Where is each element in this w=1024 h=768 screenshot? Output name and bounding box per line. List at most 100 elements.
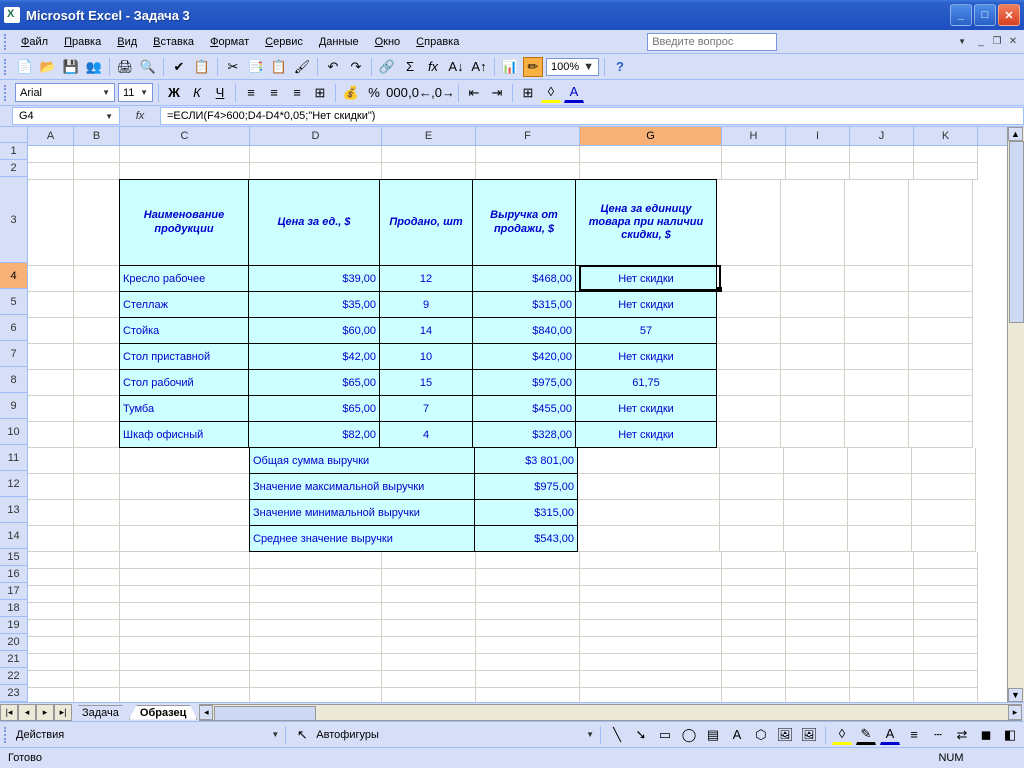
cell-B4[interactable]	[74, 266, 120, 292]
select-all-corner[interactable]	[0, 127, 28, 143]
cell-F2[interactable]	[476, 163, 580, 180]
cell-I22[interactable]	[786, 671, 850, 688]
cell-B11[interactable]	[74, 448, 120, 474]
cell-F1[interactable]	[476, 146, 580, 163]
cell-A5[interactable]	[28, 292, 74, 318]
col-header-G[interactable]: G	[580, 127, 722, 145]
cell-C3[interactable]: Наименование продукции	[119, 179, 249, 266]
cell-I12[interactable]	[784, 474, 848, 500]
clipart-icon[interactable]: 🖼	[775, 725, 795, 745]
row-header-12[interactable]: 12	[0, 471, 27, 497]
font-size-combo[interactable]: 11 ▼	[118, 83, 153, 102]
cell-A19[interactable]	[28, 620, 74, 637]
cell-D6[interactable]: $60,00	[248, 317, 380, 344]
oval-icon[interactable]: ◯	[679, 725, 699, 745]
currency-icon[interactable]: 💰	[341, 83, 361, 103]
col-header-H[interactable]: H	[722, 127, 786, 145]
cell-F20[interactable]	[476, 637, 580, 654]
cell-B9[interactable]	[74, 396, 120, 422]
cell-K3[interactable]	[909, 180, 973, 266]
chart-wizard-icon[interactable]: 📊	[500, 57, 520, 77]
cell-G17[interactable]	[580, 586, 722, 603]
cell-F10[interactable]: $328,00	[472, 421, 576, 448]
cell-B21[interactable]	[74, 654, 120, 671]
cell-A4[interactable]	[28, 266, 74, 292]
fill-color-icon[interactable]: ◊	[832, 725, 852, 745]
cell-G23[interactable]	[580, 688, 722, 702]
cell-B22[interactable]	[74, 671, 120, 688]
cell-F22[interactable]	[476, 671, 580, 688]
cell-C19[interactable]	[120, 620, 250, 637]
fx-label[interactable]: fx	[120, 110, 160, 122]
cell-J5[interactable]	[845, 292, 909, 318]
cell-G21[interactable]	[580, 654, 722, 671]
worksheet-grid[interactable]: 1234567891011121314151617181920212223 AB…	[0, 127, 1024, 702]
tab-first-icon[interactable]: |◂	[0, 704, 18, 721]
cell-A10[interactable]	[28, 422, 74, 448]
cell-K10[interactable]	[909, 422, 973, 448]
cell-I1[interactable]	[786, 146, 850, 163]
cell-E1[interactable]	[382, 146, 476, 163]
cell-F23[interactable]	[476, 688, 580, 702]
sheet-tab-Задача[interactable]: Задача	[71, 705, 130, 720]
cell-H10[interactable]	[717, 422, 781, 448]
minimize-button[interactable]: _	[950, 4, 972, 26]
cell-E7[interactable]: 10	[379, 343, 473, 370]
cell-D9[interactable]: $65,00	[248, 395, 380, 422]
cell-G12[interactable]	[578, 474, 720, 500]
cell-K18[interactable]	[914, 603, 978, 620]
cell-J23[interactable]	[850, 688, 914, 702]
cell-J4[interactable]	[845, 266, 909, 292]
cell-H12[interactable]	[720, 474, 784, 500]
row-header-6[interactable]: 6	[0, 315, 27, 341]
formula-input[interactable]: =ЕСЛИ(F4>600;D4-D4*0,05;"Нет скидки")	[160, 107, 1024, 125]
cell-D14[interactable]: Среднее значение выручки	[249, 525, 475, 552]
cell-G3[interactable]: Цена за единицу товара при наличии скидк…	[575, 179, 717, 266]
menu-справка[interactable]: Справка	[409, 34, 466, 50]
cell-K4[interactable]	[909, 266, 973, 292]
new-icon[interactable]: 📄	[15, 57, 35, 77]
cell-F12[interactable]: $975,00	[474, 473, 578, 500]
cell-J11[interactable]	[848, 448, 912, 474]
row-header-22[interactable]: 22	[0, 668, 27, 685]
row-header-1[interactable]: 1	[0, 143, 27, 160]
cell-H4[interactable]	[717, 266, 781, 292]
diagram-icon[interactable]: ⬡	[751, 725, 771, 745]
3d-icon[interactable]: ◧	[1000, 725, 1020, 745]
cell-D8[interactable]: $65,00	[248, 369, 380, 396]
cell-G5[interactable]: Нет скидки	[575, 291, 717, 318]
cell-B6[interactable]	[74, 318, 120, 344]
cell-A6[interactable]	[28, 318, 74, 344]
cell-J2[interactable]	[850, 163, 914, 180]
cell-G19[interactable]	[580, 620, 722, 637]
permission-icon[interactable]: 👥	[84, 57, 104, 77]
line-color-icon[interactable]: ✎	[856, 725, 876, 745]
cell-B3[interactable]	[74, 180, 120, 266]
cell-K11[interactable]	[912, 448, 976, 474]
cell-H22[interactable]	[722, 671, 786, 688]
cell-B8[interactable]	[74, 370, 120, 396]
cell-E6[interactable]: 14	[379, 317, 473, 344]
cell-C5[interactable]: Стеллаж	[119, 291, 249, 318]
cell-G8[interactable]: 61,75	[575, 369, 717, 396]
row-header-16[interactable]: 16	[0, 566, 27, 583]
cell-H19[interactable]	[722, 620, 786, 637]
bold-icon[interactable]: Ж	[164, 83, 184, 103]
drawing-icon[interactable]: ✏	[523, 57, 543, 77]
cell-K23[interactable]	[914, 688, 978, 702]
col-header-C[interactable]: C	[120, 127, 250, 145]
cell-I16[interactable]	[786, 569, 850, 586]
cell-G13[interactable]	[578, 500, 720, 526]
cell-K20[interactable]	[914, 637, 978, 654]
cell-J22[interactable]	[850, 671, 914, 688]
cell-D21[interactable]	[250, 654, 382, 671]
cell-A13[interactable]	[28, 500, 74, 526]
col-header-D[interactable]: D	[250, 127, 382, 145]
cell-B23[interactable]	[74, 688, 120, 702]
cell-D22[interactable]	[250, 671, 382, 688]
cell-E17[interactable]	[382, 586, 476, 603]
cell-I20[interactable]	[786, 637, 850, 654]
cell-D11[interactable]: Общая сумма выручки	[249, 447, 475, 474]
cell-A1[interactable]	[28, 146, 74, 163]
merge-center-icon[interactable]: ⊞	[310, 83, 330, 103]
